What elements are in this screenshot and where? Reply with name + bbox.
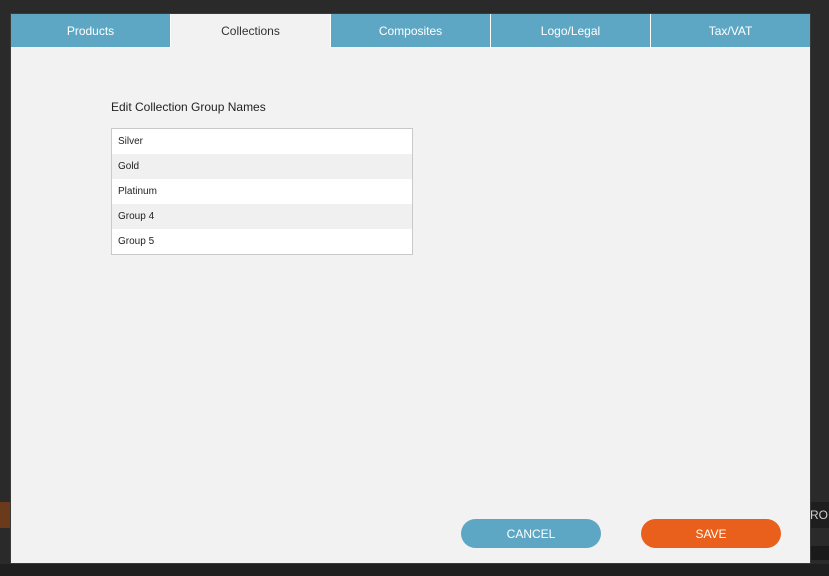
tab-collections[interactable]: Collections <box>171 14 331 47</box>
cancel-button[interactable]: CANCEL <box>461 519 601 548</box>
list-item <box>112 179 412 204</box>
list-item <box>112 154 412 179</box>
group-name-input-2[interactable] <box>118 154 412 179</box>
tab-tax-vat[interactable]: Tax/VAT <box>651 14 810 47</box>
group-name-input-5[interactable] <box>118 229 412 254</box>
tab-composites[interactable]: Composites <box>331 14 491 47</box>
settings-dialog: Products Collections Composites Logo/Leg… <box>11 14 810 563</box>
group-name-input-4[interactable] <box>118 204 412 229</box>
save-button[interactable]: SAVE <box>641 519 781 548</box>
group-name-input-1[interactable] <box>118 129 412 154</box>
collection-group-list <box>111 128 413 255</box>
tab-bar: Products Collections Composites Logo/Leg… <box>11 14 810 47</box>
background-bottom-bar <box>0 564 829 576</box>
list-item <box>112 229 412 254</box>
list-item <box>112 204 412 229</box>
group-name-input-3[interactable] <box>118 179 412 204</box>
section-title: Edit Collection Group Names <box>111 100 266 114</box>
background-bar-partial <box>810 546 829 560</box>
background-button-partial-label: RO <box>810 508 828 522</box>
background-button-partial: RO <box>810 502 829 528</box>
tab-logo-legal[interactable]: Logo/Legal <box>491 14 651 47</box>
tab-products[interactable]: Products <box>11 14 171 47</box>
list-item <box>112 129 412 154</box>
